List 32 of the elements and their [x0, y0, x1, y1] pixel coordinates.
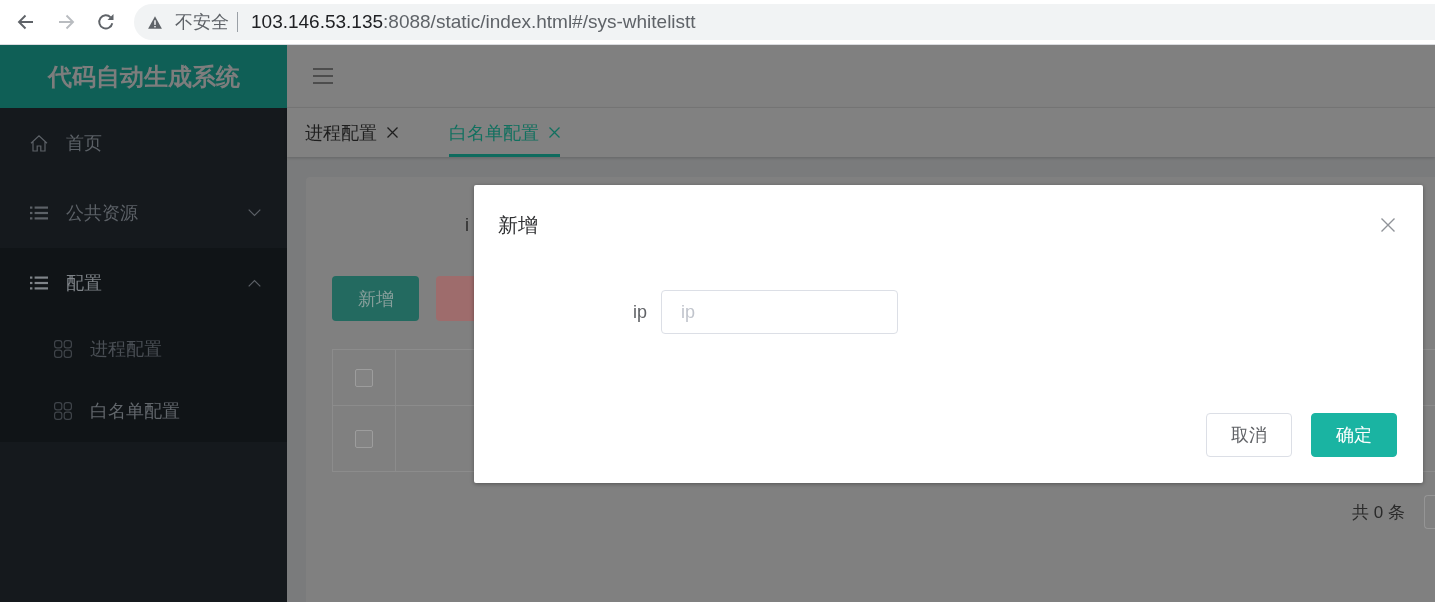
cancel-button[interactable]: 取消: [1206, 413, 1292, 457]
sidebar-menu-item[interactable]: 公共资源: [0, 178, 287, 248]
close-icon[interactable]: [387, 127, 398, 138]
row-checkbox[interactable]: [355, 429, 373, 448]
back-arrow-icon[interactable]: [17, 14, 34, 30]
dialog-title: 新增: [498, 212, 538, 238]
add-button[interactable]: 新增: [332, 276, 419, 321]
sidebar-menu-item[interactable]: 配置: [0, 248, 287, 318]
list-icon: [30, 206, 48, 220]
total-count: 共 0 条: [1352, 501, 1405, 524]
home-icon: [30, 134, 48, 152]
list-icon: [30, 276, 48, 290]
grid-icon: [54, 340, 72, 358]
field-label: ip: [632, 301, 648, 323]
sidebar-menu-item[interactable]: 首页: [0, 108, 287, 178]
sidebar-submenu-item[interactable]: 白名单配置: [0, 380, 287, 442]
input-field[interactable]: ip: [661, 290, 898, 334]
search-label: i: [465, 214, 469, 236]
danger-button[interactable]: [436, 276, 474, 321]
grid-icon: [54, 402, 72, 420]
address-bar[interactable]: 不安全 103.146.53.135:8088/static/index.html#/sys-whitelistt: [134, 4, 1435, 40]
confirm-button[interactable]: 确定: [1311, 413, 1397, 457]
url-text: 103.146.53.135:8088/static/index.html#/sys-whitelistt: [251, 11, 696, 33]
app-title: 代码自动生成系统: [0, 45, 287, 108]
reload-icon[interactable]: [97, 13, 115, 31]
select-all-checkbox[interactable]: [355, 368, 373, 387]
menu-icon[interactable]: [313, 68, 333, 84]
close-icon[interactable]: [1381, 218, 1395, 232]
sidebar-submenu-item[interactable]: 进程配置: [0, 318, 287, 380]
security-label: 不安全: [175, 11, 229, 34]
tab[interactable]: 进程配置: [305, 108, 398, 157]
warning-icon: [148, 15, 162, 29]
